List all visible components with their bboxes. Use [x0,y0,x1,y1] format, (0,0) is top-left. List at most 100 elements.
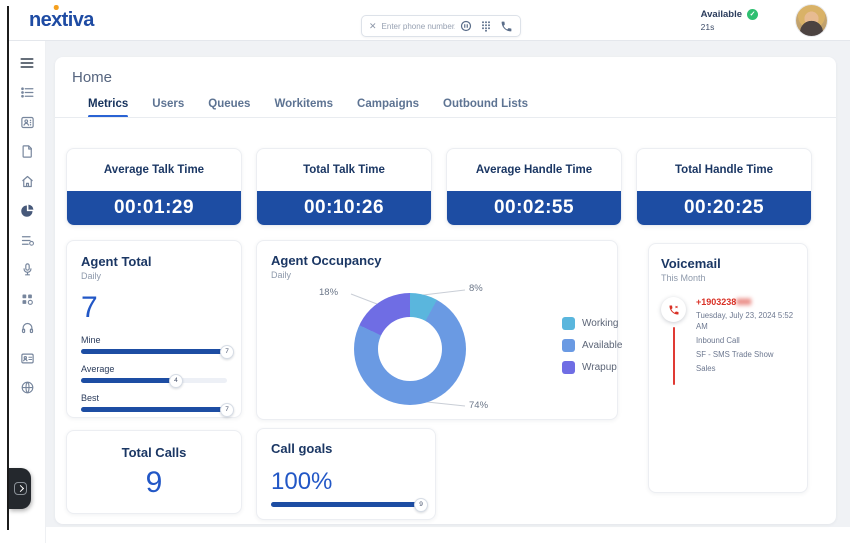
chevron-right-icon [14,482,27,495]
list-settings-icon[interactable] [19,232,35,248]
home-icon[interactable] [19,173,35,189]
bar-label: Mine [81,335,227,345]
agent-total-card: Agent Total Daily 7 Mine 7 Average 4 Bes… [66,240,242,418]
pie-chart-icon[interactable] [19,203,35,219]
progress-bubble: 7 [220,403,234,417]
voicemail-entry[interactable]: +1903238888 Tuesday, July 23, 2024 5:52 … [661,297,795,374]
microphone-icon[interactable] [19,262,35,278]
metric-card-average-handle-time: Average Handle Time 00:02:55 [446,148,622,226]
tab-bar: Metrics Users Queues Workitems Campaigns… [88,98,528,118]
clear-x-icon[interactable]: ✕ [369,22,377,31]
legend-swatch-wrapup [562,361,575,374]
dialer-actions [460,20,513,33]
main-panel: Home Metrics Users Queues Workitems Camp… [55,57,836,524]
call-goals-value: 100% [271,468,421,496]
legend-item-available[interactable]: Available [562,339,622,352]
bar-row-average: Average 4 [81,364,227,383]
number-masked: 888 [736,297,751,307]
bar-row-mine: Mine 7 [81,335,227,354]
slice-label-working: 8% [469,283,483,294]
progress-bar: 7 [81,407,227,412]
document-icon[interactable] [19,144,35,160]
voicemail-source: SF - SMS Trade Show [696,349,795,360]
progress-fill [81,378,176,383]
card-title: Call goals [271,441,421,456]
status-timer: 21s [701,22,758,32]
voicemail-card: Voicemail This Month +1903238888 Tuesday… [648,243,808,493]
metric-label: Average Talk Time [67,164,241,176]
occupancy-donut[interactable] [354,293,466,405]
progress-bubble: 4 [169,374,183,388]
card-subtitle: Daily [81,271,227,281]
user-avatar[interactable] [796,5,827,36]
slice-label-available: 74% [469,400,488,411]
card-subtitle: This Month [661,273,795,283]
agent-occupancy-card: Agent Occupancy Daily 8% 18% 74% Working… [256,240,618,420]
tab-outbound-lists[interactable]: Outbound Lists [443,98,528,118]
bar-row-best: Best 7 [81,393,227,412]
call-goals-bar: 9 [271,502,421,507]
tab-metrics[interactable]: Metrics [88,98,128,118]
app-window: nextiva ✕ Available ✓ 21s [0,0,850,543]
metric-label: Total Talk Time [257,164,431,176]
bar-label: Best [81,393,227,403]
tab-queues[interactable]: Queues [208,98,250,118]
agent-status[interactable]: Available ✓ 21s [701,9,758,32]
phone-number-input[interactable] [382,22,455,31]
agent-card-icon[interactable] [19,350,35,366]
menu-icon[interactable] [19,55,35,71]
status-check-icon: ✓ [747,9,758,20]
progress-fill [271,502,421,507]
tab-users[interactable]: Users [152,98,184,118]
card-title: Voicemail [661,256,795,271]
donut-legend: Working Available Wrapup [562,317,622,374]
metric-label: Average Handle Time [447,164,621,176]
expand-panel-button[interactable] [9,468,31,509]
tab-workitems[interactable]: Workitems [274,98,333,118]
voicemail-number: +1903238888 [696,297,795,307]
globe-icon[interactable] [19,380,35,396]
legend-label: Wrapup [582,362,617,373]
metric-value: 00:20:25 [637,191,811,225]
nextiva-logo: nextiva [29,9,94,32]
total-calls-card: Total Calls 9 [66,430,242,514]
legend-label: Available [582,340,622,351]
logo-part: tiva [62,9,94,31]
logo-x-with-dot: x [51,9,62,31]
headset-icon[interactable] [19,321,35,337]
legend-swatch-available [562,339,575,352]
slice-label-wrapup: 18% [319,287,338,298]
queue-list-icon[interactable] [19,85,35,101]
voicemail-datetime: Tuesday, July 23, 2024 5:52 AM [696,310,795,332]
progress-bar: 4 [81,378,227,383]
pause-circle-icon[interactable] [460,20,472,32]
legend-label: Working [582,318,619,329]
page-title: Home [72,69,112,86]
call-goals-card: Call goals 100% 9 [256,428,436,520]
progress-bubble: 9 [414,498,428,512]
top-bar: nextiva ✕ Available ✓ 21s [9,0,850,41]
contact-card-icon[interactable] [19,114,35,130]
progress-fill [81,407,227,412]
voicemail-queue: Sales [696,363,795,374]
metric-card-total-handle-time: Total Handle Time 00:20:25 [636,148,812,226]
card-title: Agent Total [81,254,227,269]
metric-value: 00:01:29 [67,191,241,225]
logo-part: ne [29,9,51,31]
tabs-divider [55,117,836,118]
status-label: Available [701,9,742,20]
dialpad-icon[interactable] [480,20,492,32]
apps-settings-icon[interactable] [19,291,35,307]
call-icon[interactable] [500,20,513,33]
card-title: Total Calls [122,445,187,460]
progress-fill [81,349,227,354]
total-calls-value: 9 [67,466,241,500]
phone-dialer-widget[interactable]: ✕ [361,15,521,37]
legend-item-working[interactable]: Working [562,317,622,330]
metric-label: Total Handle Time [637,164,811,176]
legend-item-wrapup[interactable]: Wrapup [562,361,622,374]
voicemail-direction: Inbound Call [696,335,795,346]
progress-bar: 7 [81,349,227,354]
progress-bubble: 7 [220,345,234,359]
tab-campaigns[interactable]: Campaigns [357,98,419,118]
